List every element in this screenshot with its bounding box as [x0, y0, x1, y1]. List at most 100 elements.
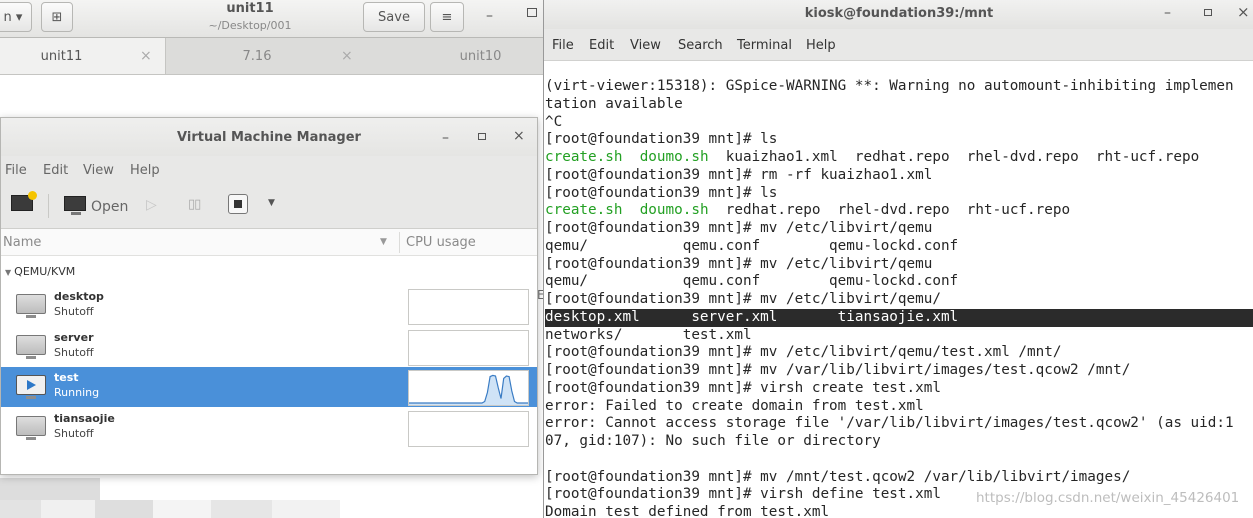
minimize-icon[interactable]: – — [442, 130, 449, 146]
menu-file[interactable]: File — [5, 163, 27, 178]
maximize-icon[interactable] — [478, 133, 486, 140]
vm-running-monitor-icon — [16, 375, 46, 399]
expander-icon[interactable]: ▼ — [5, 268, 11, 277]
terminal-highlighted-line: desktop.xml server.xml tiansaojie.xml — [545, 308, 1253, 327]
close-icon[interactable]: × — [1237, 3, 1250, 21]
executable-file: create.sh — [545, 202, 623, 219]
tab-unit10[interactable]: unit10 — [378, 38, 543, 74]
menu-help[interactable]: Help — [806, 38, 836, 53]
menu-edit[interactable]: Edit — [589, 38, 614, 53]
vm-name: tiansaojie — [54, 412, 115, 425]
terminal-window: kiosk@foundation39:/mnt – × File Edit Vi… — [543, 0, 1253, 518]
vm-list-header: Name ▼ CPU usage — [1, 229, 537, 256]
window-title: kiosk@foundation39:/mnt — [804, 6, 994, 21]
tab-close-icon[interactable]: × — [341, 48, 353, 64]
open-dropdown-button[interactable]: n ▾ — [0, 2, 32, 32]
vm-name: server — [54, 331, 94, 344]
terminal-line: [root@foundation39 mnt]# mv /mnt/test.qc… — [545, 468, 1131, 485]
vm-monitor-icon — [16, 416, 46, 440]
open-console-icon[interactable] — [64, 196, 86, 215]
vm-name: desktop — [54, 290, 104, 303]
vmm-menubar: File Edit View Help — [1, 156, 537, 184]
file-list: kuaizhao1.xml redhat.repo rhel-dvd.repo … — [708, 149, 1200, 165]
vmm-toolbar: Open ▷ ▯▯ ▼ — [1, 184, 537, 229]
vmm-titlebar[interactable]: Virtual Machine Manager – × — [1, 118, 537, 156]
cpu-usage-graph — [408, 411, 529, 447]
tab-7-16[interactable]: 7.16 × — [167, 38, 377, 74]
play-icon — [27, 380, 36, 390]
close-icon[interactable]: × — [513, 128, 525, 144]
terminal-line: [root@foundation39 mnt]# mv /var/lib/lib… — [545, 362, 1131, 378]
executable-file: doumo.sh — [639, 202, 709, 219]
pause-icon[interactable]: ▯▯ — [188, 197, 201, 212]
terminal-lines: (virt-viewer:15318): GSpice-WARNING **: … — [545, 78, 1253, 518]
terminal-line: [root@foundation39 mnt]# rm -rf kuaizhao… — [545, 166, 933, 183]
menu-help[interactable]: Help — [130, 163, 160, 178]
column-name[interactable]: Name — [3, 235, 41, 250]
terminal-titlebar[interactable]: kiosk@foundation39:/mnt – × — [544, 0, 1253, 29]
shutdown-icon[interactable] — [228, 194, 248, 214]
sort-arrow-icon[interactable]: ▼ — [380, 237, 387, 247]
save-button[interactable]: Save — [363, 2, 425, 32]
connection-label: QEMU/KVM — [14, 265, 76, 278]
terminal-line: Domain test defined from test.xml — [545, 504, 830, 518]
run-icon[interactable]: ▷ — [146, 197, 157, 213]
toolbar-separator — [48, 194, 49, 218]
maximize-icon[interactable] — [1204, 9, 1212, 16]
terminal-line: networks/ test.xml — [545, 326, 752, 343]
terminal-line: [root@foundation39 mnt]# ls — [545, 131, 778, 148]
vm-row-tiansaojie[interactable]: tiansaojie Shutoff — [1, 408, 537, 448]
column-divider — [399, 232, 400, 253]
watermark: https://blog.csdn.net/weixin_45426401 — [976, 490, 1240, 506]
vm-row-desktop[interactable]: desktop Shutoff — [1, 286, 537, 326]
vm-monitor-icon — [16, 335, 46, 359]
file-list: redhat.repo rhel-dvd.repo rht-ucf.repo — [708, 202, 1071, 219]
tab-label: unit10 — [459, 48, 502, 64]
vm-state: Shutoff — [54, 346, 94, 359]
vm-name: test — [54, 371, 79, 384]
vm-monitor-icon — [16, 294, 46, 318]
window-title: Virtual Machine Manager — [177, 130, 361, 145]
vm-row-test[interactable]: test Running — [1, 367, 537, 407]
terminal-line: error: Cannot access storage file '/var/… — [545, 415, 1234, 432]
editor-tab-bar: unit11 × 7.16 × unit10 — [0, 38, 543, 75]
blurred-region — [0, 500, 340, 518]
menu-search[interactable]: Search — [678, 38, 723, 53]
terminal-line: ^C — [545, 113, 563, 130]
column-cpu-usage[interactable]: CPU usage — [406, 235, 476, 250]
vm-state: Running — [54, 386, 100, 399]
cpu-usage-graph — [408, 289, 529, 325]
terminal-line: qemu/ qemu.conf qemu-lockd.conf — [545, 237, 959, 254]
terminal-ls-output: create.sh doumo.sh kuaizhao1.xml redhat.… — [545, 149, 1253, 167]
terminal-line: (virt-viewer:15318): GSpice-WARNING **: … — [545, 78, 1234, 94]
executable-file: create.sh — [545, 149, 623, 165]
terminal-line: tation available — [545, 95, 683, 112]
terminal-menubar: File Edit View Search Terminal Help — [544, 29, 1253, 61]
menu-terminal[interactable]: Terminal — [737, 38, 792, 53]
terminal-line: [root@foundation39 mnt]# ls — [545, 184, 778, 201]
vm-row-server[interactable]: server Shutoff — [1, 327, 537, 367]
new-tab-button[interactable]: ⊞ — [41, 2, 73, 32]
menu-view[interactable]: View — [630, 38, 661, 53]
maximize-icon[interactable] — [527, 8, 537, 17]
menu-view[interactable]: View — [83, 163, 114, 178]
cpu-usage-graph — [408, 330, 529, 366]
new-vm-icon[interactable] — [11, 191, 37, 211]
terminal-line: [root@foundation39 mnt]# mv /etc/libvirt… — [545, 344, 1062, 361]
shutdown-dropdown-icon[interactable]: ▼ — [268, 198, 275, 208]
vm-state: Shutoff — [54, 427, 94, 440]
open-button-label[interactable]: Open — [91, 199, 128, 215]
minimize-icon[interactable]: – — [486, 8, 493, 24]
terminal-output[interactable]: (virt-viewer:15318): GSpice-WARNING **: … — [544, 61, 1253, 518]
minimize-icon[interactable]: – — [1164, 5, 1171, 21]
document-title: unit11 — [226, 1, 274, 16]
connection-qemu-kvm[interactable]: ▼ QEMU/KVM — [5, 265, 75, 278]
hamburger-menu-button[interactable]: ≡ — [430, 2, 464, 32]
menu-file[interactable]: File — [552, 38, 574, 53]
terminal-ls-output: create.sh doumo.sh redhat.repo rhel-dvd.… — [545, 202, 1253, 220]
menu-edit[interactable]: Edit — [43, 163, 68, 178]
document-path: ~/Desktop/001 — [208, 19, 292, 32]
blurred-region — [0, 478, 100, 500]
terminal-line: 07, gid:107): No such file or directory — [545, 433, 881, 449]
